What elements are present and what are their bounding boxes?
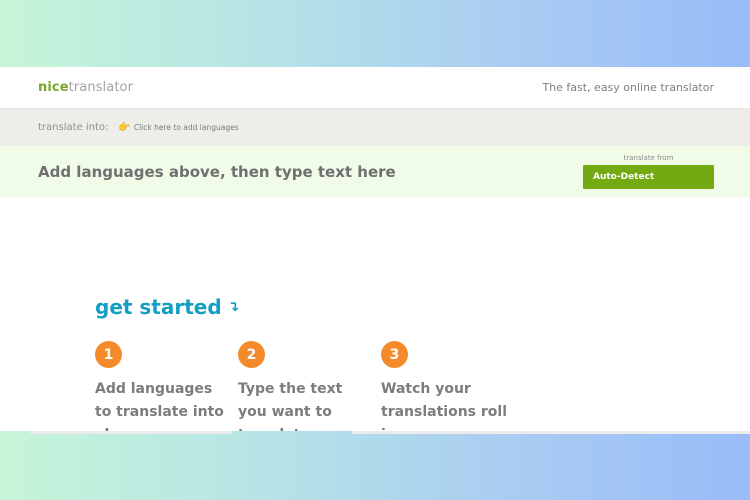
translate-from-label: translate from bbox=[623, 154, 674, 162]
input-placeholder: Add languages above, then type text here bbox=[38, 162, 396, 181]
step-text-2: Type the text you want to translate. bbox=[238, 381, 343, 431]
step-text-3: Watch your translations roll in. bbox=[381, 381, 507, 431]
get-started-text: get started bbox=[95, 295, 222, 319]
translate-from-group: translate from Auto-Detect bbox=[583, 154, 714, 189]
scrollbar-track-right[interactable] bbox=[352, 431, 750, 434]
site-header: nicetranslator The fast, easy online tra… bbox=[0, 67, 750, 109]
step-1: 1 Add languages to translate into above. bbox=[95, 341, 238, 431]
steps-list: 1 Add languages to translate into above.… bbox=[95, 341, 524, 431]
get-started-heading: get started ↴ bbox=[95, 295, 239, 319]
translate-into-label: translate into: bbox=[38, 122, 109, 133]
step-number-1: 1 bbox=[95, 341, 122, 368]
add-languages-text: Click here to add languages bbox=[133, 123, 239, 132]
site-tagline: The fast, easy online translator bbox=[542, 81, 714, 94]
translate-into-bar: translate into: 👉 Click here to add lang… bbox=[0, 109, 750, 146]
scrollbar-track[interactable] bbox=[30, 431, 232, 434]
app-window: nicetranslator The fast, easy online tra… bbox=[0, 67, 750, 431]
step-number-2: 2 bbox=[238, 341, 265, 368]
logo-nice: nice bbox=[38, 80, 69, 95]
logo-translator: translator bbox=[68, 80, 134, 95]
add-languages-link[interactable]: 👉 Click here to add languages bbox=[118, 122, 238, 133]
step-2: 2 Type the text you want to translate. bbox=[238, 341, 381, 431]
step-3: 3 Watch your translations roll in. bbox=[381, 341, 524, 431]
step-number-3: 3 bbox=[381, 341, 408, 368]
text-input-area[interactable]: Add languages above, then type text here… bbox=[0, 146, 750, 197]
pointing-hand-icon: 👉 bbox=[118, 122, 131, 133]
auto-detect-button[interactable]: Auto-Detect bbox=[583, 165, 714, 189]
step-text-1: Add languages to translate into above. bbox=[95, 381, 224, 431]
down-right-arrow-icon: ↴ bbox=[227, 299, 240, 315]
site-logo[interactable]: nicetranslator bbox=[38, 80, 133, 95]
